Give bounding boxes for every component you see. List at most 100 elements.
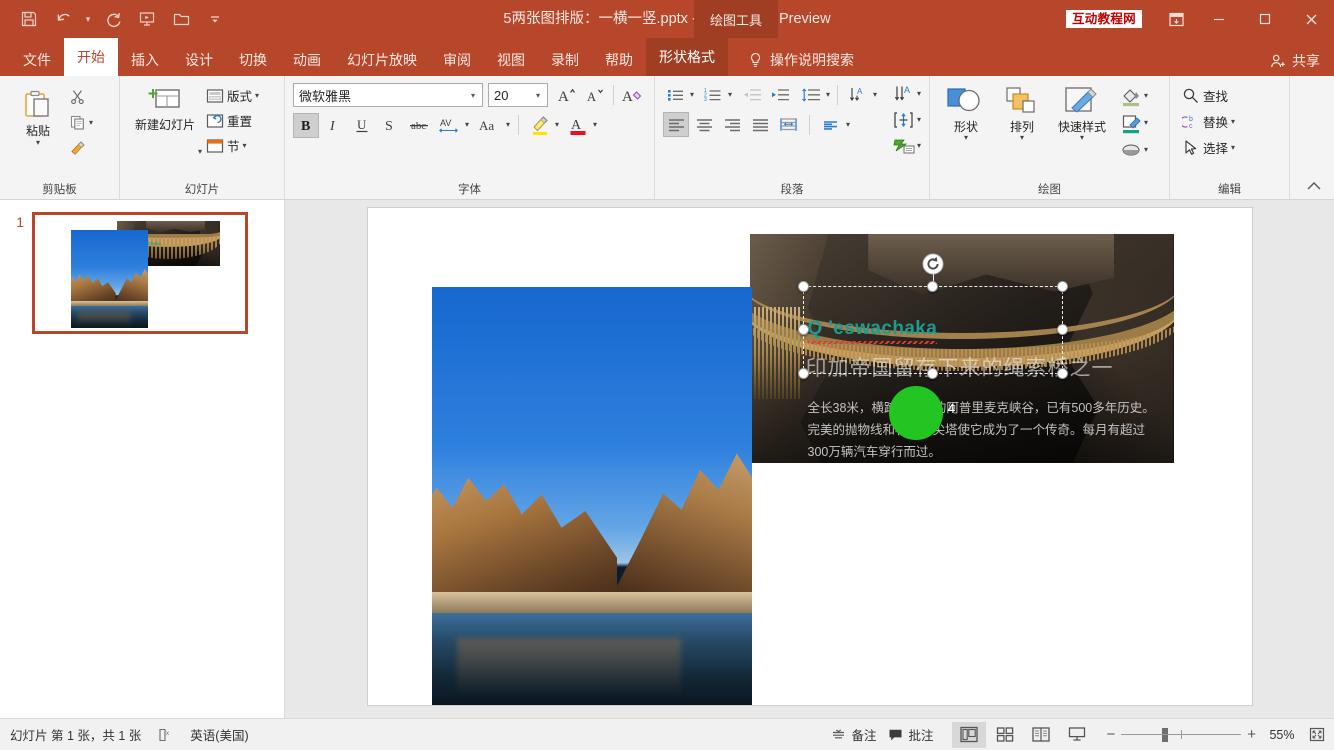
text-highlight-dropdown-icon[interactable]: ▾	[555, 121, 559, 129]
text-vertical-alignment-dropdown-icon[interactable]: ▾	[917, 89, 921, 98]
zoom-slider-thumb[interactable]	[1162, 727, 1169, 742]
numbering-dropdown-icon[interactable]: ▾	[728, 90, 732, 99]
justify-button[interactable]	[747, 112, 773, 137]
change-case-button[interactable]: Aa	[474, 113, 504, 138]
increase-indent-button[interactable]	[767, 83, 793, 106]
italic-button[interactable]: I	[321, 113, 347, 138]
strikethrough-button[interactable]: abc	[405, 113, 433, 138]
decrease-indent-button[interactable]	[739, 83, 765, 106]
handle-top-left[interactable]	[797, 281, 809, 292]
tab-transitions[interactable]: 切换	[226, 44, 280, 76]
slide-count-label[interactable]: 幻灯片 第 1 张，共 1 张	[10, 725, 141, 744]
line-spacing-dropdown-icon[interactable]: ▾	[826, 90, 830, 99]
replace-dropdown-icon[interactable]: ▾	[1231, 117, 1235, 126]
character-spacing-button[interactable]: AV	[435, 113, 463, 138]
shape-effects-dropdown-icon[interactable]: ▾	[1144, 146, 1148, 154]
quick-styles-dropdown-icon[interactable]: ▾	[1080, 134, 1084, 142]
text-direction-dropdown-icon[interactable]: ▾	[873, 90, 877, 99]
shape-outline-button[interactable]	[1118, 111, 1144, 135]
tab-help[interactable]: 帮助	[592, 44, 646, 76]
section-button[interactable]: 节 ▾	[202, 134, 263, 157]
canyon-photo[interactable]	[431, 287, 752, 705]
select-button[interactable]: 选择 ▾	[1178, 136, 1239, 159]
new-slide-button[interactable]: 新建幻灯片	[132, 81, 198, 134]
shrink-font-button[interactable]: A	[582, 84, 608, 107]
font-size-combobox[interactable]: 20 ▾	[488, 83, 548, 107]
handle-top-center[interactable]	[926, 281, 938, 292]
shape-effects-button[interactable]	[1118, 138, 1144, 162]
cut-button[interactable]	[66, 85, 89, 108]
replace-button[interactable]: bc 替换 ▾	[1178, 110, 1239, 133]
tab-slideshow[interactable]: 幻灯片放映	[334, 44, 430, 76]
font-color-dropdown-icon[interactable]: ▾	[593, 121, 597, 129]
accessibility-icon[interactable]: x	[157, 727, 174, 743]
line-spacing-button[interactable]	[798, 83, 824, 106]
paste-dropdown-icon[interactable]: ▾	[36, 139, 40, 147]
copy-dropdown-icon[interactable]: ▾	[89, 118, 93, 127]
handle-bottom-left[interactable]	[797, 368, 809, 379]
layout-dropdown-icon[interactable]: ▾	[255, 91, 259, 100]
font-size-dropdown-icon[interactable]: ▾	[531, 91, 545, 100]
align-text-box-button[interactable]	[891, 108, 917, 131]
tab-shape-format[interactable]: 形状格式	[646, 38, 728, 76]
language-label[interactable]: 英语(美国)	[190, 725, 248, 744]
align-text-dropdown-icon[interactable]: ▾	[846, 120, 850, 129]
align-text-box-dropdown-icon[interactable]: ▾	[917, 115, 921, 124]
shape-fill-dropdown-icon[interactable]: ▾	[1144, 92, 1148, 100]
comments-button[interactable]: 批注	[883, 722, 938, 747]
align-right-button[interactable]	[719, 112, 745, 137]
columns-button[interactable]	[775, 112, 801, 137]
tab-record[interactable]: 录制	[538, 44, 592, 76]
slide-body-text[interactable]: 全长38米，横跨宝蓝色的阿普里麦克峡谷，已有500多年历史。完美的抛物线和石灰岩…	[808, 397, 1158, 463]
undo-dropdown-icon[interactable]: ▾	[80, 4, 96, 34]
view-slideshow-button[interactable]	[1060, 722, 1094, 748]
text-direction-button[interactable]: A	[845, 83, 871, 106]
zoom-slider[interactable]	[1121, 727, 1242, 742]
customize-qat-icon[interactable]	[198, 4, 232, 34]
tab-animations[interactable]: 动画	[280, 44, 334, 76]
handle-middle-right[interactable]	[1056, 324, 1068, 335]
font-family-combobox[interactable]: 微软雅黑 ▾	[293, 83, 483, 107]
font-family-dropdown-icon[interactable]: ▾	[466, 91, 480, 100]
align-center-button[interactable]	[691, 112, 717, 137]
zoom-out-button[interactable]: −	[1106, 726, 1115, 743]
rotate-handle[interactable]	[922, 253, 944, 275]
zoom-level-label[interactable]: 55%	[1262, 728, 1302, 742]
view-reading-button[interactable]	[1024, 722, 1058, 748]
bullets-dropdown-icon[interactable]: ▾	[690, 90, 694, 99]
tab-view[interactable]: 视图	[484, 44, 538, 76]
slide-canvas[interactable]: Q 'eswachaka 印加帝国留存下来的绳索桥之一 全长38米，横跨宝蓝色的…	[367, 208, 1252, 705]
paste-button[interactable]: 粘贴 ▾	[10, 81, 66, 148]
view-normal-button[interactable]	[952, 721, 987, 748]
text-vertical-alignment-button[interactable]: A	[891, 82, 917, 105]
handle-bottom-center[interactable]	[926, 368, 938, 379]
handle-middle-left[interactable]	[797, 324, 809, 335]
fit-to-window-button[interactable]	[1308, 726, 1326, 743]
format-painter-button[interactable]	[66, 137, 89, 160]
quick-styles-button[interactable]: 快速样式 ▾	[1050, 81, 1114, 143]
align-left-button[interactable]	[663, 112, 689, 137]
shape-fill-button[interactable]	[1118, 84, 1144, 108]
tab-home[interactable]: 开始	[64, 38, 118, 76]
start-slideshow-icon[interactable]	[130, 4, 164, 34]
align-text-button[interactable]	[818, 112, 844, 137]
text-highlight-button[interactable]	[527, 112, 553, 138]
undo-icon[interactable]	[46, 4, 80, 34]
notes-button[interactable]: 备注	[826, 722, 881, 747]
arrange-dropdown-icon[interactable]: ▾	[1020, 134, 1024, 142]
share-button[interactable]: 共享	[1270, 51, 1320, 71]
shape-outline-dropdown-icon[interactable]: ▾	[1144, 119, 1148, 127]
shapes-dropdown-icon[interactable]: ▾	[964, 134, 968, 142]
handle-bottom-right[interactable]	[1056, 368, 1068, 379]
watermark-badge[interactable]: 互动教程网	[1065, 9, 1142, 29]
clear-formatting-button[interactable]: A	[619, 84, 645, 107]
tab-file[interactable]: 文件	[10, 44, 64, 76]
collapse-ribbon-button[interactable]	[1304, 178, 1324, 196]
slide-thumbnail-1[interactable]: Q 'eswachaka	[32, 212, 248, 334]
save-icon[interactable]	[12, 4, 46, 34]
arrange-button[interactable]: 排列 ▾	[996, 81, 1048, 143]
redo-icon[interactable]	[96, 4, 130, 34]
tab-review[interactable]: 审阅	[430, 44, 484, 76]
section-dropdown-icon[interactable]: ▾	[243, 141, 247, 150]
close-button[interactable]	[1288, 0, 1334, 38]
